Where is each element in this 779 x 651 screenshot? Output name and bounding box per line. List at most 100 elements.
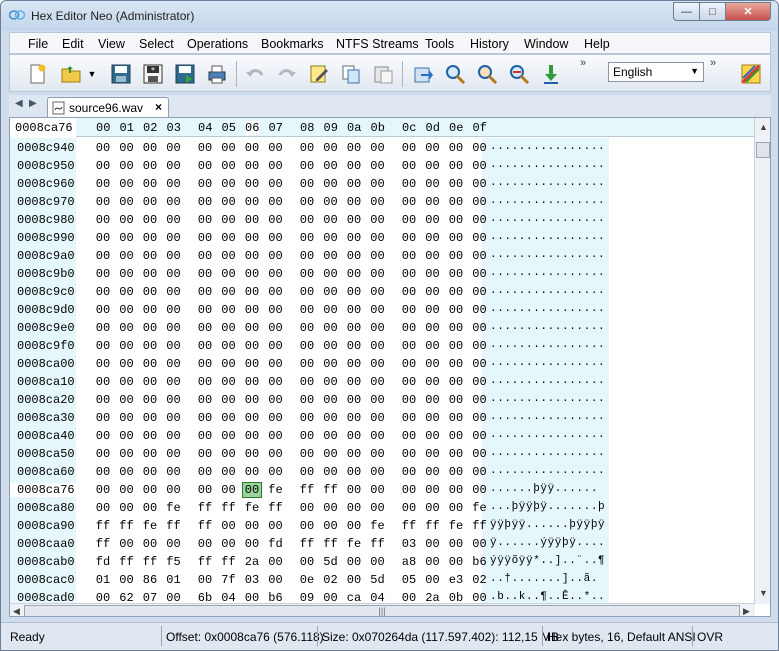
hex-byte[interactable]: 00	[220, 141, 238, 155]
hex-byte[interactable]: 00	[243, 357, 261, 371]
hex-byte[interactable]: 00	[165, 267, 183, 281]
paste-button[interactable]	[370, 61, 396, 87]
hex-row[interactable]: 0008ca76 00 00 00 00 00 00 00 fe ff ff 00 00 00 00 00 00…	[10, 480, 755, 498]
hex-byte[interactable]: e3	[447, 573, 465, 587]
hex-byte[interactable]: 00	[220, 357, 238, 371]
hex-byte[interactable]: 00	[267, 285, 285, 299]
hex-byte[interactable]: 00	[322, 519, 340, 533]
hex-byte[interactable]: 00	[118, 357, 136, 371]
save-all-button[interactable]: *	[140, 61, 166, 87]
hex-byte[interactable]: 00	[141, 159, 159, 173]
toolbar-overflow-button[interactable]: »	[580, 57, 586, 69]
hex-byte[interactable]: 02	[322, 573, 340, 587]
hex-byte[interactable]: 00	[400, 249, 418, 263]
hex-byte[interactable]: 00	[94, 429, 112, 443]
hex-byte[interactable]: 00	[267, 411, 285, 425]
hex-byte[interactable]: 00	[94, 339, 112, 353]
hex-byte[interactable]: 00	[447, 321, 465, 335]
hex-byte[interactable]: 00	[165, 249, 183, 263]
hex-byte[interactable]: 00	[322, 267, 340, 281]
hex-byte[interactable]: 00	[298, 447, 316, 461]
hex-byte[interactable]: 03	[243, 573, 261, 587]
hex-byte[interactable]: 00	[94, 465, 112, 479]
hex-byte[interactable]: 00	[243, 339, 261, 353]
open-dropdown-button[interactable]: ▼	[86, 61, 98, 87]
hex-byte[interactable]: 00	[165, 411, 183, 425]
hex-byte[interactable]: 00	[267, 267, 285, 281]
hex-byte[interactable]: 00	[298, 303, 316, 317]
hex-byte[interactable]: 00	[220, 465, 238, 479]
hex-byte[interactable]: 00	[345, 303, 363, 317]
hex-byte[interactable]: 00	[94, 483, 112, 497]
ascii-text[interactable]: ..†.......]..ã.	[490, 573, 598, 585]
cursor-byte[interactable]: 00	[242, 482, 262, 498]
hex-byte[interactable]: 00	[196, 429, 214, 443]
hex-byte[interactable]: 00	[424, 429, 442, 443]
hex-byte[interactable]: 00	[447, 501, 465, 515]
hex-byte[interactable]: 00	[298, 501, 316, 515]
hex-byte[interactable]: 00	[369, 213, 387, 227]
hex-byte[interactable]: 00	[369, 303, 387, 317]
hex-byte[interactable]: 00	[267, 375, 285, 389]
hex-byte[interactable]: 00	[141, 411, 159, 425]
hex-byte[interactable]: 00	[400, 375, 418, 389]
hex-byte[interactable]: 00	[345, 429, 363, 443]
hex-byte[interactable]: 00	[322, 393, 340, 407]
close-tab-icon[interactable]: ×	[155, 100, 162, 114]
hex-byte[interactable]: 00	[196, 177, 214, 191]
hex-byte[interactable]: 00	[298, 555, 316, 569]
hex-byte[interactable]: 00	[141, 375, 159, 389]
hex-byte[interactable]: 01	[94, 573, 112, 587]
ascii-text[interactable]: ................	[490, 141, 605, 153]
vertical-scroll-thumb[interactable]	[756, 142, 770, 158]
hex-byte[interactable]: 00	[424, 267, 442, 281]
hex-byte[interactable]: 00	[322, 501, 340, 515]
hex-byte[interactable]: 5d	[322, 555, 340, 569]
hex-byte[interactable]: fe	[141, 519, 159, 533]
hex-row[interactable]: 0008c9b0 00 00 00 00 00 00 00 00 00 00 00 00 00 00 00 00…	[10, 264, 755, 282]
hex-row[interactable]: 0008ca00 00 00 00 00 00 00 00 00 00 00 00 00 00 00 00 00…	[10, 354, 755, 372]
hex-byte[interactable]: 00	[243, 231, 261, 245]
hex-byte[interactable]: 00	[165, 177, 183, 191]
hex-byte[interactable]: 00	[165, 321, 183, 335]
hex-byte[interactable]: 00	[141, 393, 159, 407]
hex-byte[interactable]: 00	[94, 249, 112, 263]
hex-byte[interactable]: 00	[243, 537, 261, 551]
hex-byte[interactable]: 00	[196, 537, 214, 551]
hex-row[interactable]: 0008c9f0 00 00 00 00 00 00 00 00 00 00 00 00 00 00 00 00…	[10, 336, 755, 354]
hex-byte[interactable]: 00	[471, 303, 489, 317]
hex-byte[interactable]: 00	[322, 285, 340, 299]
hex-byte[interactable]: 00	[447, 393, 465, 407]
menu-select[interactable]: Select	[139, 37, 174, 51]
hex-byte[interactable]: ff	[196, 555, 214, 569]
hex-byte[interactable]: 00	[369, 231, 387, 245]
hex-byte[interactable]: 00	[447, 375, 465, 389]
hex-byte[interactable]: 00	[267, 393, 285, 407]
hex-byte[interactable]: 02	[471, 573, 489, 587]
hex-byte[interactable]: 00	[243, 447, 261, 461]
ascii-text[interactable]: ......þÿÿ......	[490, 483, 598, 495]
hex-byte[interactable]: 00	[322, 429, 340, 443]
hex-byte[interactable]: 00	[141, 213, 159, 227]
hex-byte[interactable]: 00	[118, 267, 136, 281]
hex-byte[interactable]: 00	[369, 339, 387, 353]
hex-byte[interactable]: 00	[94, 321, 112, 335]
hex-byte[interactable]: 00	[345, 447, 363, 461]
ascii-text[interactable]: ...þÿÿþÿ.......þ	[490, 501, 605, 513]
hex-byte[interactable]: 00	[424, 141, 442, 155]
hex-byte[interactable]: 00	[165, 339, 183, 353]
hex-byte[interactable]: 00	[400, 231, 418, 245]
hex-byte[interactable]: 00	[471, 483, 489, 497]
hex-byte[interactable]: 00	[345, 267, 363, 281]
hex-byte[interactable]: 00	[298, 177, 316, 191]
hex-byte[interactable]: 00	[220, 321, 238, 335]
hex-byte[interactable]: 00	[447, 195, 465, 209]
hex-byte[interactable]: 00	[322, 447, 340, 461]
menu-operations[interactable]: Operations	[187, 37, 248, 51]
close-button[interactable]: ✕	[725, 2, 771, 21]
hex-byte[interactable]: 00	[220, 177, 238, 191]
hex-byte[interactable]: 00	[220, 231, 238, 245]
ascii-text[interactable]: ................	[490, 465, 605, 477]
hex-byte[interactable]: 00	[141, 267, 159, 281]
hex-byte[interactable]: 00	[243, 465, 261, 479]
